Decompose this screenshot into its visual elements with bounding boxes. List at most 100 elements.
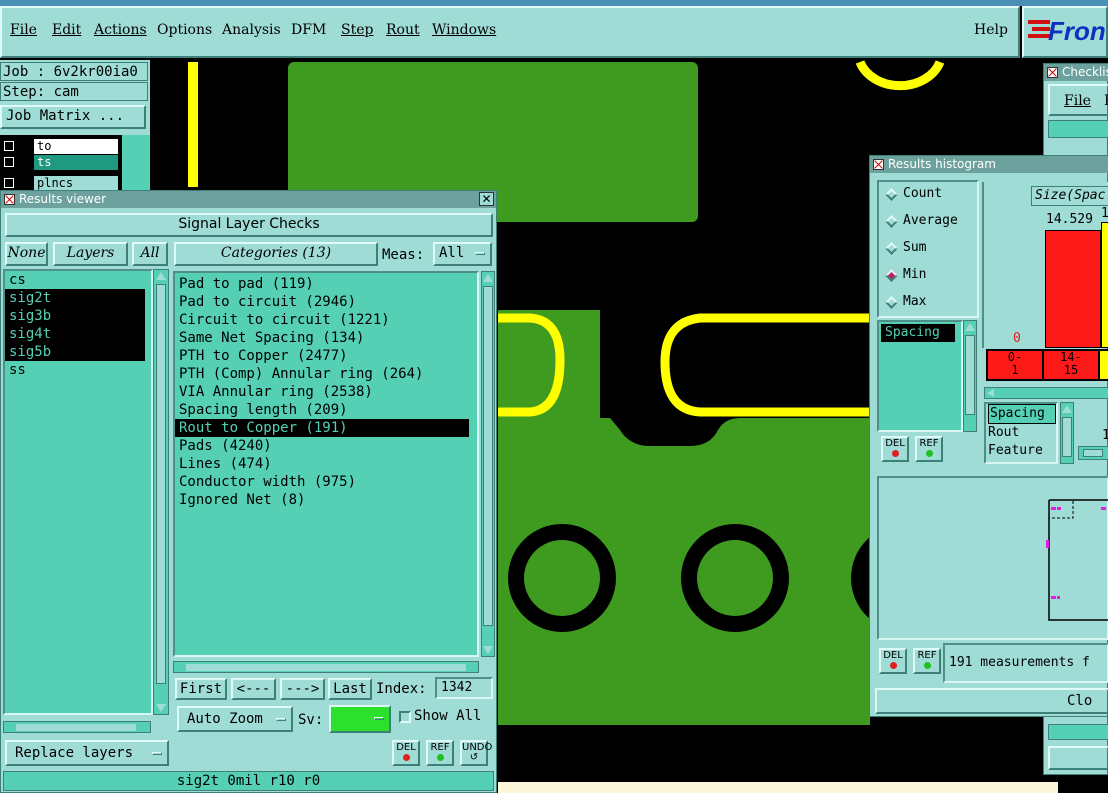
feature-spacing[interactable]: Spacing (988, 404, 1056, 424)
scale-slider[interactable] (1078, 446, 1108, 460)
results-layer-list[interactable]: cs sig2t sig3b sig4t sig5b ss (3, 269, 153, 715)
menu-edit[interactable]: Edit (52, 22, 81, 38)
results-viewer-titlebar[interactable]: Results viewer (1, 191, 496, 208)
menu-step[interactable]: Step (341, 22, 373, 38)
prev-button[interactable]: <--- (231, 678, 276, 700)
job-label: Job : 6v2kr00ia0 (0, 62, 148, 81)
histogram-mode-min[interactable]: Min (879, 263, 977, 290)
results-layer-item[interactable]: sig4t (5, 325, 145, 343)
category-item[interactable]: Pad to pad (119) (175, 275, 469, 293)
radio-diamond-icon[interactable] (885, 188, 898, 201)
categories-vscroll[interactable] (481, 271, 495, 657)
measure-item-spacing[interactable]: Spacing (881, 324, 955, 342)
category-item[interactable]: VIA Annular ring (2538) (175, 383, 469, 401)
menu-dfm[interactable]: DFM (291, 22, 326, 38)
last-button[interactable]: Last (328, 678, 372, 700)
histogram-mode-count[interactable]: Count (879, 182, 977, 209)
meas-dropdown[interactable]: All (433, 242, 492, 266)
category-item[interactable]: Conductor width (975) (175, 473, 469, 491)
replace-layers-dropdown[interactable]: Replace layers (5, 740, 169, 766)
bin-14-15[interactable]: 14- 15 (1044, 351, 1098, 379)
histogram-menu-icon[interactable] (873, 159, 884, 170)
measure-list[interactable]: Spacing (877, 320, 963, 432)
categories-hscroll[interactable] (173, 661, 479, 673)
measure-list-vscroll[interactable] (963, 320, 977, 432)
feature-list[interactable]: Spacing Rout Feature (984, 402, 1058, 464)
histogram-hscroll[interactable] (984, 387, 1108, 399)
layers-button[interactable]: Layers (53, 242, 128, 266)
category-item[interactable]: PTH (Comp) Annular ring (264) (175, 365, 469, 383)
show-all-checkbox[interactable] (399, 711, 411, 723)
results-layer-item[interactable]: sig5b (5, 343, 145, 361)
feature-rout[interactable]: Rout (988, 424, 1056, 442)
results-layer-item[interactable]: sig3b (5, 307, 145, 325)
radio-diamond-icon[interactable] (885, 242, 898, 255)
histogram-ref-button[interactable]: REF (915, 436, 943, 462)
del-button[interactable]: DEL (392, 740, 420, 766)
menu-windows[interactable]: Windows (432, 22, 496, 38)
next-button[interactable]: ---> (280, 678, 325, 700)
category-item[interactable]: Circuit to circuit (1221) (175, 311, 469, 329)
histogram-mode-max[interactable]: Max (879, 290, 977, 317)
layer-plncs[interactable]: plncs (34, 176, 118, 190)
layer-list-vscroll[interactable] (153, 269, 169, 715)
radio-diamond-icon[interactable] (885, 296, 898, 309)
radio-diamond-icon[interactable] (885, 215, 898, 228)
signal-layer-checks-header[interactable]: Signal Layer Checks (5, 213, 493, 237)
close-icon[interactable]: ✕ (479, 192, 494, 206)
menu-actions[interactable]: Actions (94, 22, 147, 38)
board-outline-preview (1046, 499, 1108, 621)
histogram-close-button[interactable]: Clo (875, 688, 1108, 714)
categories-list[interactable]: Pad to pad (119) Pad to circuit (2946) Cir… (173, 271, 479, 657)
category-item[interactable]: Pad to circuit (2946) (175, 293, 469, 311)
layer-to[interactable]: to (34, 139, 118, 154)
menu-help[interactable]: Help (974, 22, 1008, 38)
category-item[interactable]: Pads (4240) (175, 437, 469, 455)
layer-ts[interactable]: ts (34, 155, 118, 170)
window-menu-icon[interactable] (4, 194, 15, 205)
checklist-menu-file[interactable]: File (1064, 93, 1091, 109)
layer-list-hscroll[interactable] (3, 721, 151, 733)
histogram-mode-sum[interactable]: Sum (879, 236, 977, 263)
feature-feature[interactable]: Feature (988, 442, 1056, 460)
category-item[interactable]: Spacing length (209) (175, 401, 469, 419)
results-layer-item[interactable]: cs (5, 271, 145, 289)
histogram-titlebar[interactable]: Results histogram (870, 156, 1108, 173)
ref-button[interactable]: REF (426, 740, 454, 766)
menu-analysis[interactable]: Analysis (222, 22, 281, 38)
feature-list-vscroll[interactable] (1060, 402, 1074, 464)
none-button[interactable]: None (5, 242, 48, 266)
results-layer-item[interactable]: sig2t (5, 289, 145, 307)
undo-button[interactable]: UNDO ↺ (460, 740, 492, 766)
menu-options[interactable]: Options (157, 22, 212, 38)
checklist-titlebar[interactable]: Checklis (1044, 64, 1108, 81)
categories-button[interactable]: Categories (13) (174, 242, 378, 266)
category-item[interactable]: Same Net Spacing (134) (175, 329, 469, 347)
histogram-mode-average[interactable]: Average (879, 209, 977, 236)
histogram-bar-2[interactable] (1101, 222, 1108, 348)
category-item[interactable]: Lines (474) (175, 455, 469, 473)
checklist-menu-icon[interactable] (1047, 67, 1058, 78)
histogram-preview[interactable] (877, 476, 1108, 640)
first-button[interactable]: First (175, 678, 227, 700)
radio-diamond-icon[interactable] (885, 269, 898, 282)
results-histogram-window: Results histogram Count Average Sum Min Max … (869, 155, 1108, 717)
bin-0-1[interactable]: 0- 1 (988, 351, 1042, 379)
category-item[interactable]: Ignored Net (8) (175, 491, 469, 509)
category-item[interactable]: PTH to Copper (2477) (175, 347, 469, 365)
histogram-bar-1[interactable] (1045, 230, 1101, 348)
histogram-status: 191 measurements f (943, 643, 1108, 683)
category-item[interactable]: Rout to Copper (191) (175, 419, 469, 437)
results-layer-item[interactable]: ss (5, 361, 145, 379)
all-button[interactable]: All (132, 242, 168, 266)
histogram-del-button[interactable]: DEL (881, 436, 909, 462)
menu-rout[interactable]: Rout (386, 22, 420, 38)
job-matrix-button[interactable]: Job Matrix ... (0, 105, 146, 129)
checklist-menu-partial[interactable]: F (1104, 93, 1108, 109)
preview-ref-button[interactable]: REF (913, 648, 941, 674)
sv-color-dropdown[interactable] (329, 705, 391, 733)
auto-zoom-dropdown[interactable]: Auto Zoom (177, 706, 293, 732)
menu-file[interactable]: File (10, 22, 37, 38)
preview-del-button[interactable]: DEL (879, 648, 907, 674)
index-input[interactable]: 1342 (435, 677, 493, 699)
